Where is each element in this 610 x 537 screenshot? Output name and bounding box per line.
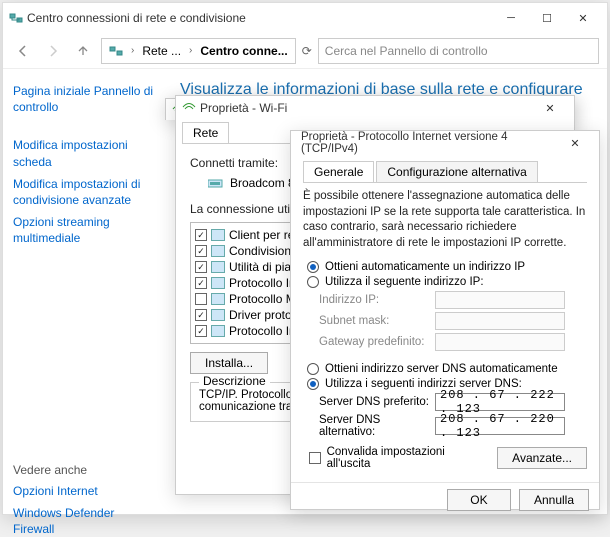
close-button[interactable]: ✕ (557, 129, 593, 157)
protocol-icon (211, 245, 225, 257)
checkbox[interactable]: ✓ (195, 261, 207, 273)
protocol-icon (211, 229, 225, 241)
radio-icon (307, 261, 319, 273)
nav-bar: › Rete ... › Centro conne... ⟳ Cerca nel… (3, 33, 607, 69)
network-icon (106, 44, 126, 58)
tab-alternate[interactable]: Configurazione alternativa (376, 161, 537, 182)
radio-icon (307, 276, 319, 288)
protocol-icon (211, 293, 225, 305)
window-title: Centro connessioni di rete e condivision… (23, 11, 493, 25)
radio-auto-dns[interactable]: Ottieni indirizzo server DNS automaticam… (307, 363, 587, 375)
radio-manual-ip[interactable]: Utilizza il seguente indirizzo IP: (307, 276, 587, 288)
advanced-sharing-link[interactable]: Modifica impostazioni di condivisione av… (13, 176, 158, 208)
control-panel-home-link[interactable]: Pagina iniziale Pannello di controllo (13, 83, 158, 115)
ip-address-field: Indirizzo IP: (319, 291, 587, 309)
close-button[interactable]: ✕ (565, 4, 601, 32)
close-button[interactable]: ✕ (532, 94, 568, 122)
checkbox[interactable] (309, 452, 321, 464)
dns1-input[interactable]: 208 . 67 . 222 . 123 (435, 393, 565, 411)
adapter-icon (208, 177, 224, 189)
radio-icon (307, 363, 319, 375)
validate-checkbox-row[interactable]: Convalida impostazioni all'uscita Avanza… (309, 446, 587, 470)
maximize-button[interactable]: ☐ (529, 4, 565, 32)
ipv4-title: Proprietà - Protocollo Internet versione… (297, 131, 557, 155)
breadcrumb-seg[interactable]: Centro conne... (197, 44, 290, 58)
checkbox[interactable]: ✓ (195, 245, 207, 257)
checkbox[interactable] (195, 293, 207, 305)
install-button[interactable]: Installa... (190, 352, 268, 374)
protocol-icon (211, 309, 225, 321)
checkbox[interactable]: ✓ (195, 229, 207, 241)
tab-general[interactable]: Generale (303, 161, 374, 182)
breadcrumb[interactable]: › Rete ... › Centro conne... (101, 38, 296, 64)
left-nav: Pagina iniziale Pannello di controllo Mo… (3, 69, 168, 514)
search-placeholder: Cerca nel Pannello di controllo (325, 44, 488, 58)
tab-network[interactable]: Rete (182, 122, 229, 143)
radio-auto-ip[interactable]: Ottieni automaticamente un indirizzo IP (307, 261, 587, 273)
up-button[interactable] (71, 39, 95, 63)
minimize-button[interactable]: ─ (493, 4, 529, 32)
subnet-field: Subnet mask: (319, 312, 587, 330)
checkbox[interactable]: ✓ (195, 309, 207, 321)
forward-button[interactable] (41, 39, 65, 63)
search-input[interactable]: Cerca nel Pannello di controllo (318, 38, 599, 64)
firewall-link[interactable]: Windows Defender Firewall (13, 505, 158, 537)
ipv4-properties-window: Proprietà - Protocollo Internet versione… (290, 130, 600, 510)
ip-input (435, 291, 565, 309)
change-adapter-link[interactable]: Modifica impostazioni scheda (13, 137, 158, 169)
checkbox[interactable]: ✓ (195, 325, 207, 337)
protocol-icon (211, 325, 225, 337)
chevron-right-icon: › (128, 45, 137, 56)
internet-options-link[interactable]: Opzioni Internet (13, 483, 158, 499)
breadcrumb-seg[interactable]: Rete ... (139, 44, 184, 58)
checkbox[interactable]: ✓ (195, 277, 207, 289)
dns-preferred-field: Server DNS preferito:208 . 67 . 222 . 12… (319, 393, 587, 411)
streaming-options-link[interactable]: Opzioni streaming multimediale (13, 214, 158, 246)
back-button[interactable] (11, 39, 35, 63)
gateway-input (435, 333, 565, 351)
ipv4-description: È possibile ottenere l'assegnazione auto… (303, 189, 587, 251)
radio-icon (307, 378, 319, 390)
titlebar: Centro connessioni di rete e condivision… (3, 3, 607, 33)
see-also-header: Vedere anche (13, 463, 158, 477)
description-header: Descrizione (199, 374, 270, 388)
refresh-icon[interactable]: ⟳ (302, 44, 312, 58)
dns2-input[interactable]: 208 . 67 . 220 . 123 (435, 417, 565, 435)
subnet-input (435, 312, 565, 330)
chevron-right-icon: › (186, 45, 195, 56)
protocol-icon (211, 277, 225, 289)
network-icon (9, 11, 23, 25)
wifi-prop-title: Proprietà - Wi-Fi (196, 101, 532, 115)
cancel-button[interactable]: Annulla (519, 489, 589, 511)
ok-button[interactable]: OK (447, 489, 511, 511)
wifi-icon (182, 102, 196, 114)
advanced-button[interactable]: Avanzate... (497, 447, 587, 469)
gateway-field: Gateway predefinito: (319, 333, 587, 351)
dns-alternate-field: Server DNS alternativo:208 . 67 . 220 . … (319, 414, 587, 438)
protocol-icon (211, 261, 225, 273)
